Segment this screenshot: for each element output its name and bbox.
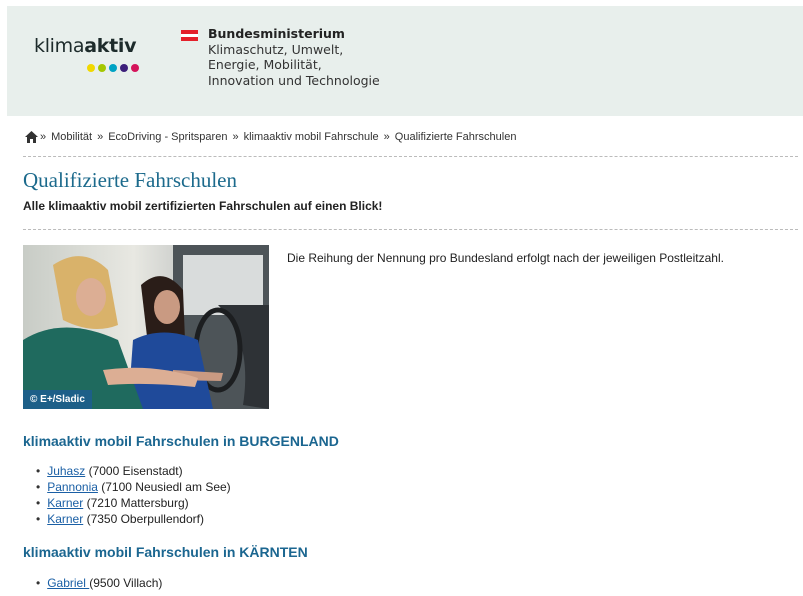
ministry-line: Innovation und Technologie [208,72,380,88]
logo-dot [87,64,95,72]
page-title: Qualifizierte Fahrschulen [23,168,237,192]
home-icon[interactable] [25,131,38,143]
school-location: (9500 Villach) [89,576,163,590]
logo-dot [131,64,139,72]
ministry-title: Bundesministerium [208,26,345,41]
divider [23,156,798,157]
list-item: Karner (7350 Oberpullendorf) [36,511,231,527]
breadcrumb: » Mobilität » EcoDriving - Spritsparen »… [25,131,516,143]
breadcrumb-separator: » [232,131,239,143]
breadcrumb-link-fahrschule[interactable]: klimaaktiv mobil Fahrschule [244,131,379,143]
logo-dot [109,64,117,72]
klimaaktiv-logo[interactable]: klimaaktiv [34,35,136,57]
school-link[interactable]: Pannonia [47,480,98,494]
driving-lesson-photo: © E+/Sladic [23,245,269,409]
divider [23,229,798,230]
breadcrumb-link-ecodriving[interactable]: EcoDriving - Spritsparen [108,131,227,143]
section-heading-burgenland: klimaaktiv mobil Fahrschulen in BURGENLA… [23,433,339,449]
photo-illustration [23,245,269,409]
logo-dots [87,64,139,72]
school-link[interactable]: Karner [47,496,83,510]
school-list-kaernten: Gabriel (9500 Villach) [36,575,162,591]
section-heading-kaernten: klimaaktiv mobil Fahrschulen in KÄRNTEN [23,544,308,560]
photo-credit: © E+/Sladic [23,390,92,409]
ministry-line: Klimaschutz, Umwelt, [208,41,344,57]
breadcrumb-separator: » [383,131,390,143]
page-subtitle: Alle klimaaktiv mobil zertifizierten Fah… [23,199,383,213]
breadcrumb-separator: » [40,131,47,143]
ministry-line: Energie, Mobilität, [208,57,322,72]
school-location: (7100 Neusiedl am See) [97,480,231,494]
school-list-burgenland: Juhasz (7000 Eisenstadt) Pannonia (7100 … [36,463,231,527]
breadcrumb-separator: » [97,131,104,143]
school-link[interactable]: Juhasz [47,464,85,478]
logo-dot [98,64,106,72]
ministry-name: Bundesministerium Klimaschutz, Umwelt, E… [208,26,438,88]
logo-text-light: klima [34,35,85,57]
list-item: Gabriel (9500 Villach) [36,575,162,591]
logo-dot [120,64,128,72]
breadcrumb-link-mobilitaet[interactable]: Mobilität [51,131,92,143]
school-location: (7000 Eisenstadt) [85,464,183,478]
intro-text: Die Reihung der Nennung pro Bundesland e… [287,251,724,265]
school-link[interactable]: Gabriel [47,576,89,590]
school-link[interactable]: Karner [47,512,83,526]
austrian-flag-icon [181,30,198,41]
school-location: (7210 Mattersburg) [83,496,189,510]
list-item: Karner (7210 Mattersburg) [36,495,231,511]
site-header: klimaaktiv Bundesministerium Klimaschutz… [7,6,803,116]
logo-text-bold: aktiv [84,35,137,57]
breadcrumb-current: Qualifizierte Fahrschulen [394,131,517,143]
school-location: (7350 Oberpullendorf) [83,512,204,526]
list-item: Pannonia (7100 Neusiedl am See) [36,479,231,495]
list-item: Juhasz (7000 Eisenstadt) [36,463,231,479]
